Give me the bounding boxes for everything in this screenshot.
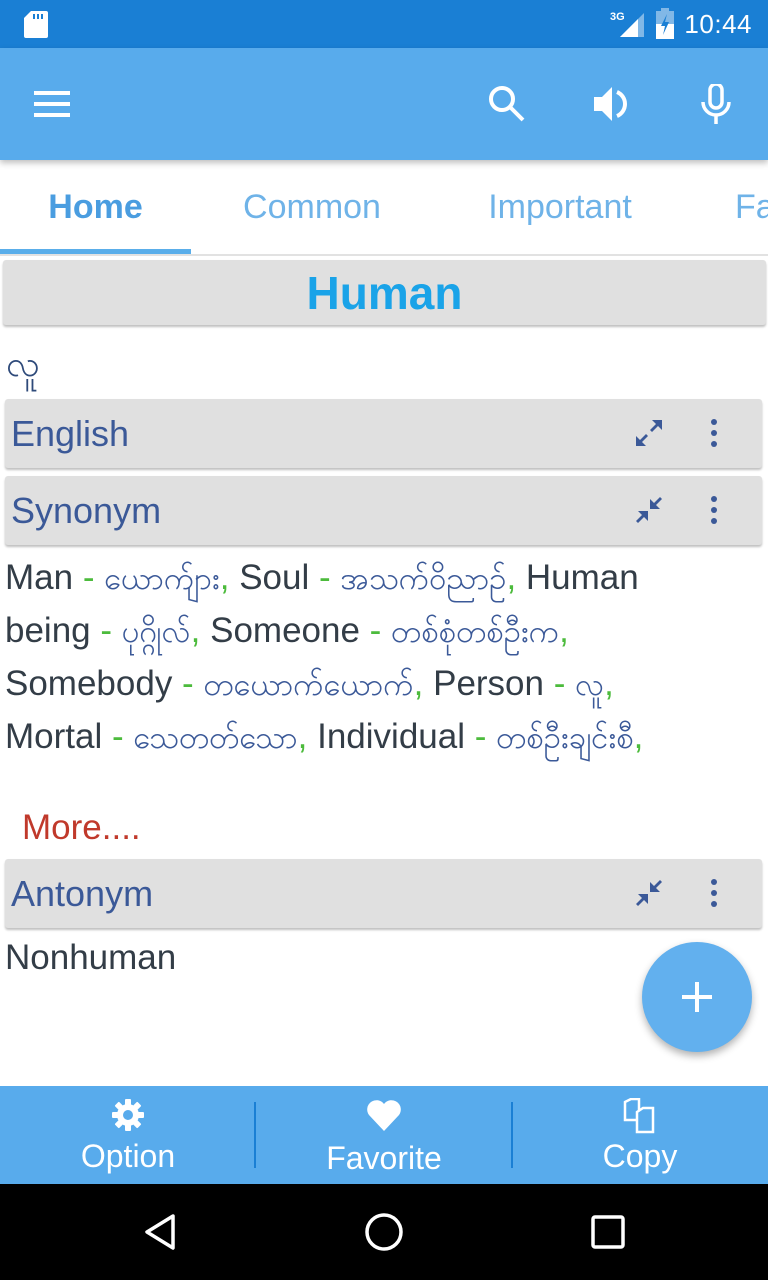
speaker-icon <box>594 87 627 121</box>
plus-icon <box>682 982 712 1012</box>
back-icon <box>145 1214 175 1250</box>
synonym-english: Mortal <box>5 717 103 756</box>
synonym-separator: - <box>544 664 576 703</box>
word-title: Human <box>306 266 463 319</box>
synonym-separator: - <box>309 558 341 597</box>
status-time: 10:44 <box>684 8 752 39</box>
search-button[interactable] <box>479 76 535 132</box>
section-label: Synonym <box>11 489 162 531</box>
bottom-action-bar: Option Favorite Copy <box>0 1086 768 1184</box>
copy-button[interactable]: Copy <box>512 1086 768 1184</box>
search-icon <box>489 86 525 122</box>
option-button[interactable]: Option <box>0 1086 256 1184</box>
synonym-list: Man - ယောက်ျား, Soul - အသက်ဝိညာဉ်, Human… <box>5 552 705 764</box>
synonym-comma: , <box>633 717 644 756</box>
section-label: English <box>11 412 130 454</box>
tab-bar: Home Common Important Favorite <box>0 160 768 256</box>
home-icon <box>365 1213 403 1251</box>
system-nav-bar <box>0 1184 768 1280</box>
section-synonym[interactable]: Synonym <box>5 476 762 545</box>
synonym-myanmar: ယောက်ျား <box>104 561 220 597</box>
overflow-menu-icon[interactable] <box>702 416 726 450</box>
add-button[interactable] <box>642 942 752 1052</box>
copy-label: Copy <box>602 1138 678 1174</box>
heart-icon <box>367 1100 401 1131</box>
status-bar: 3G 10:44 <box>0 0 768 48</box>
collapse-icon[interactable] <box>632 876 666 910</box>
synonym-myanmar: သေတတ်သော <box>133 720 298 756</box>
synonym-english: Person <box>433 664 544 703</box>
tab-favorite[interactable]: Favorite <box>735 160 768 254</box>
synonym-myanmar: တယောက်ယောက် <box>203 667 414 703</box>
section-antonym[interactable]: Antonym <box>5 859 762 928</box>
favorite-button[interactable]: Favorite <box>256 1086 512 1184</box>
synonym-myanmar: လူ <box>575 667 605 703</box>
menu-button[interactable] <box>24 76 80 132</box>
overflow-menu-icon[interactable] <box>702 876 726 910</box>
microphone-icon <box>701 84 731 124</box>
synonym-comma: , <box>559 611 569 650</box>
favorite-label: Favorite <box>326 1140 442 1176</box>
synonym-english: Somebody <box>5 664 173 703</box>
tab-common[interactable]: Common <box>200 160 424 254</box>
gear-icon <box>112 1099 144 1131</box>
synonym-english: Man <box>5 558 74 597</box>
synonym-separator: - <box>465 717 497 756</box>
synonym-separator: - <box>90 611 122 650</box>
synonym-comma: , <box>297 717 318 756</box>
section-english[interactable]: English <box>5 399 762 468</box>
signal-3g-icon: 3G <box>610 11 645 37</box>
synonym-comma: , <box>190 611 211 650</box>
collapse-icon[interactable] <box>632 493 666 527</box>
synonym-comma: , <box>604 664 614 703</box>
tab-important[interactable]: Important <box>448 160 672 254</box>
synonym-myanmar: အသက်ဝိညာဉ် <box>340 561 507 597</box>
back-button[interactable] <box>136 1208 184 1256</box>
speak-button[interactable] <box>584 76 640 132</box>
synonym-separator: - <box>102 717 134 756</box>
synonym-separator: - <box>359 611 392 650</box>
synonym-myanmar: တစ်ဦးချင်းစီ <box>496 720 634 756</box>
synonym-comma: , <box>506 558 526 597</box>
tab-indicator <box>0 249 191 254</box>
synonym-comma: , <box>413 664 434 703</box>
battery-charging-icon <box>656 8 675 39</box>
word-header: Human <box>3 260 766 325</box>
recents-button[interactable] <box>584 1208 632 1256</box>
option-label: Option <box>80 1138 176 1174</box>
synonym-myanmar: ပုဂ္ဂိုလ် <box>121 614 191 650</box>
app-bar <box>0 48 768 160</box>
synonym-english: Individual <box>317 717 465 756</box>
synonym-english: Soul <box>239 558 310 597</box>
antonym-item: Nonhuman <box>5 938 177 977</box>
section-label: Antonym <box>11 872 154 914</box>
word-translation: လူ <box>6 344 40 385</box>
copy-icon <box>623 1098 655 1134</box>
synonym-separator: - <box>172 664 204 703</box>
expand-icon[interactable] <box>632 416 666 450</box>
synonym-comma: , <box>219 558 240 597</box>
recents-icon <box>591 1215 625 1249</box>
voice-input-button[interactable] <box>688 76 744 132</box>
synonym-myanmar: တစ်စုံတစ်ဦးက <box>391 614 560 650</box>
svg-text:3G: 3G <box>610 11 625 23</box>
menu-icon <box>34 91 70 117</box>
sd-card-icon <box>24 11 48 38</box>
synonym-english: Someone <box>210 611 360 650</box>
tab-home[interactable]: Home <box>0 160 191 254</box>
more-link[interactable]: More.... <box>22 808 141 848</box>
overflow-menu-icon[interactable] <box>702 493 726 527</box>
home-button[interactable] <box>360 1208 408 1256</box>
synonym-separator: - <box>73 558 105 597</box>
